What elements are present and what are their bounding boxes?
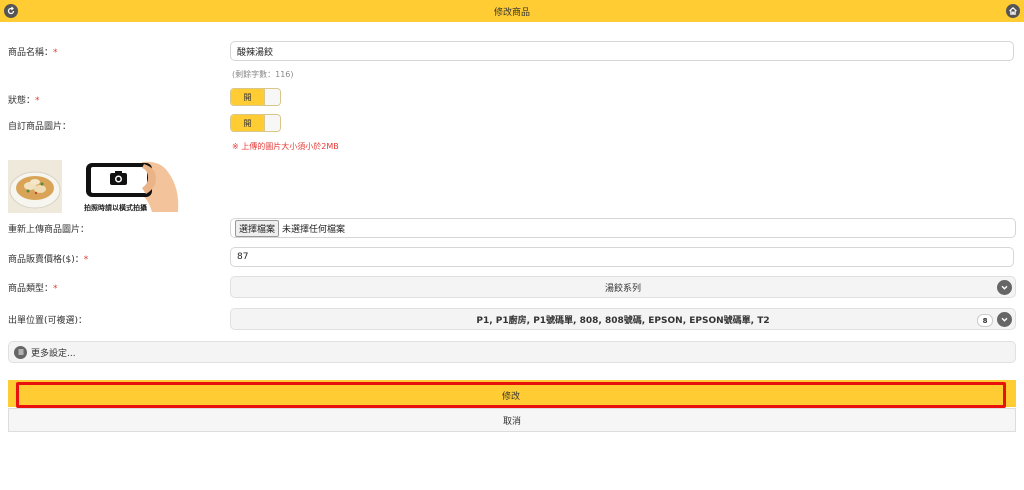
product-type-value: 湯餃系列 [604, 283, 641, 294]
product-image [8, 160, 62, 213]
status-toggle-label: 開 [231, 89, 264, 105]
status-toggle-knob [264, 89, 280, 105]
selected-count-badge: 8 [977, 314, 993, 327]
custom-image-toggle-knob [264, 115, 280, 131]
back-arrow-icon[interactable] [4, 4, 18, 18]
printer-location-select[interactable]: P1, P1廚房, P1號碼單, 808, 808號碼, EPSON, EPSO… [230, 308, 1016, 330]
price-label: 商品販賣價格($)：* [8, 255, 89, 265]
choose-file-button[interactable]: 選擇檔案 [235, 219, 280, 237]
remaining-chars-hint: (剩餘字數：116) [232, 70, 294, 79]
custom-image-toggle-label: 開 [231, 115, 264, 131]
top-bar: 修改商品 [0, 0, 1024, 22]
menu-icon [14, 345, 27, 359]
chevron-down-icon [997, 280, 1012, 295]
file-status-text: 未選擇任何檔案 [282, 224, 346, 235]
product-name-field[interactable]: 酸辣湯餃 [230, 41, 1014, 61]
cancel-button[interactable]: 取消 [8, 408, 1016, 432]
printer-location-label: 出單位置(可複選)： [8, 316, 88, 326]
camera-caption: 拍照時請以橫式拍攝 [84, 204, 147, 212]
submit-bar: 修改 [8, 380, 1016, 408]
price-value: 87 [237, 252, 249, 262]
image-size-warning: ※ 上傳的圖片大小須小於2MB [232, 142, 339, 151]
more-settings-label: 更多設定... [31, 348, 76, 359]
product-name-value: 酸辣湯餃 [237, 47, 274, 58]
custom-image-toggle[interactable]: 開 [230, 114, 281, 132]
status-toggle[interactable]: 開 [230, 88, 281, 106]
home-icon[interactable] [1006, 4, 1020, 18]
reupload-image-label: 重新上傳商品圖片： [8, 225, 90, 235]
product-type-label: 商品類型：* [8, 284, 58, 294]
product-type-select[interactable]: 湯餃系列 [230, 276, 1016, 298]
printer-location-value: P1, P1廚房, P1號碼單, 808, 808號碼, EPSON, EPSO… [476, 315, 770, 326]
chevron-down-icon [997, 312, 1012, 327]
status-label: 狀態：* [8, 96, 40, 106]
page-title: 修改商品 [493, 7, 530, 18]
more-settings-toggle[interactable]: 更多設定... [8, 341, 1016, 363]
product-name-label: 商品名稱：* [8, 48, 58, 58]
file-upload-field[interactable]: 選擇檔案 未選擇任何檔案 [230, 218, 1016, 238]
submit-button[interactable]: 修改 [16, 382, 1006, 408]
price-field[interactable]: 87 [230, 247, 1014, 267]
custom-image-label: 自訂商品圖片： [8, 122, 72, 132]
